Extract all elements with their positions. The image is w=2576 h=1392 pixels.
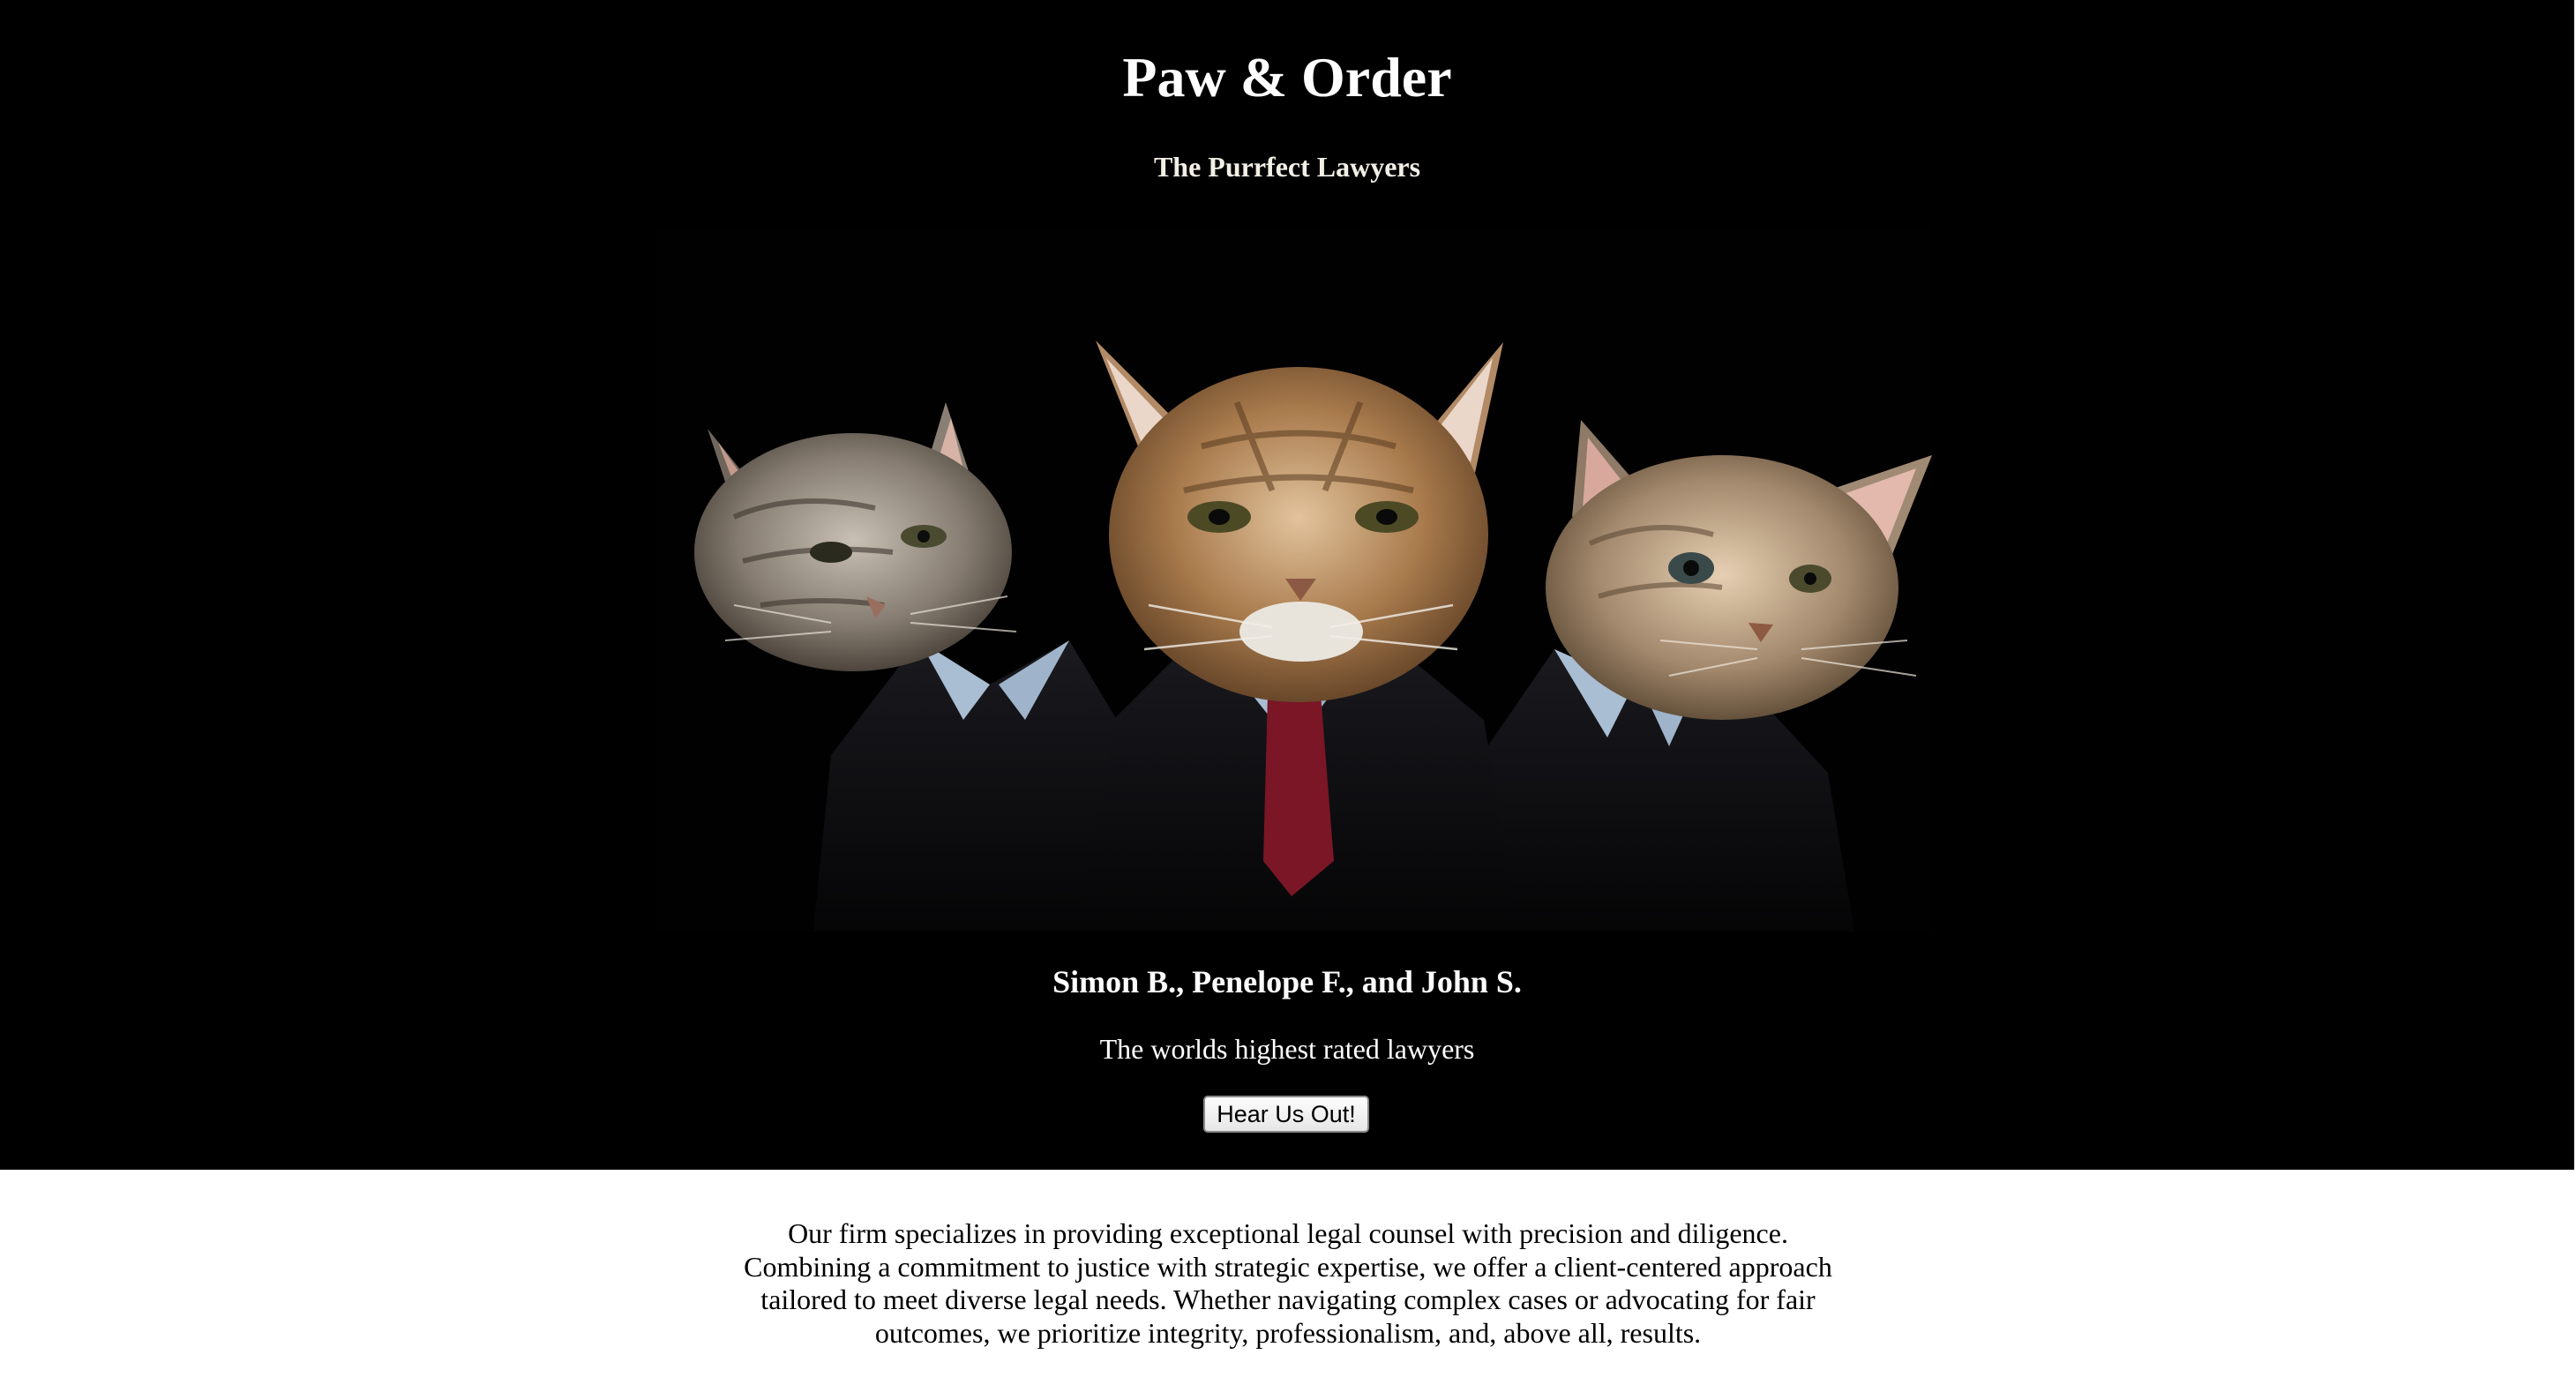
hero-section: Paw & Order The Purrfect Lawyers Simon B… — [0, 0, 2574, 1170]
site-title: Paw & Order — [1122, 46, 1452, 109]
right-cat — [1449, 420, 1932, 932]
lawyer-cats-photo — [655, 226, 1932, 932]
lawyer-names: Simon B., Penelope F., and John S. — [1052, 964, 1522, 999]
site-subtitle: The Purrfect Lawyers — [1153, 151, 1421, 183]
about-paragraph: Our firm specializes in providing except… — [744, 1217, 1832, 1349]
center-cat — [1078, 341, 1519, 932]
hear-us-out-button[interactable]: Hear Us Out! — [1203, 1096, 1369, 1133]
left-cat — [694, 402, 1149, 932]
hero-tagline: The worlds highest rated lawyers — [1099, 1033, 1475, 1065]
